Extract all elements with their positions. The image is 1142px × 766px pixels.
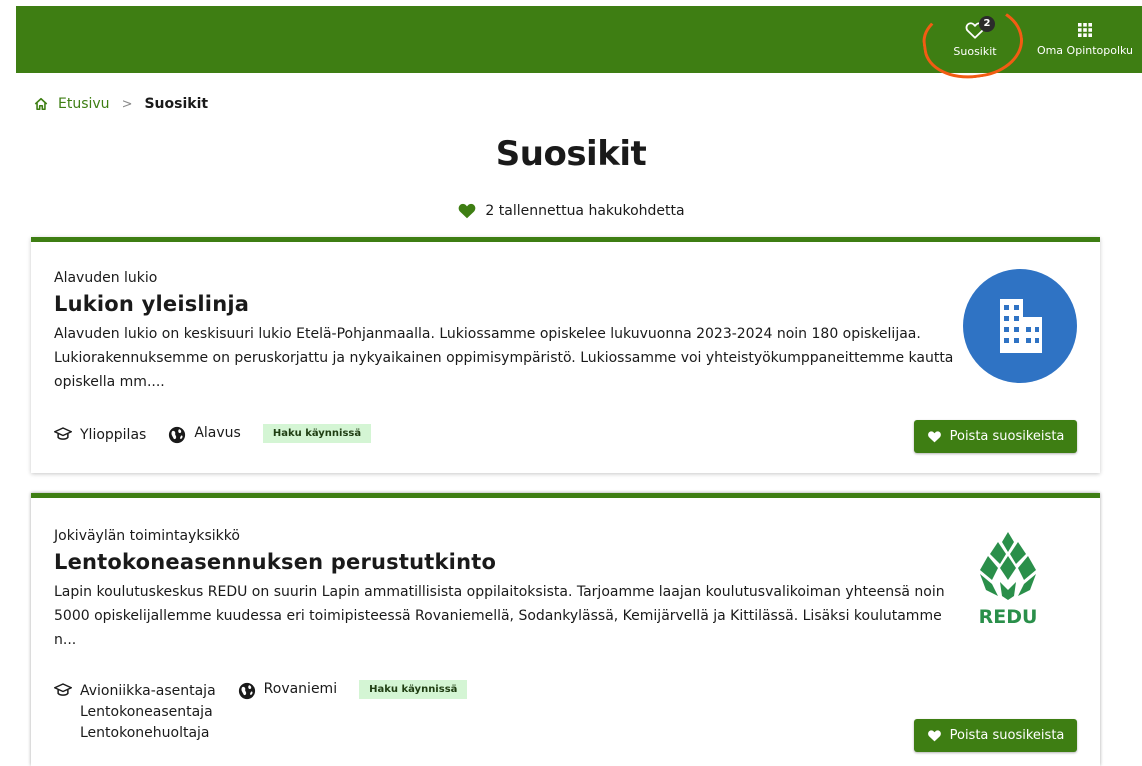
remove-favorite-label: Poista suosikeista <box>949 429 1065 444</box>
breadcrumb-current: Suosikit <box>144 96 209 112</box>
degree-info: Avioniikka-asentaja Lentokoneasentaja Le… <box>54 681 216 744</box>
location-info: Rovaniemi <box>238 681 337 700</box>
location-info: Alavus <box>168 425 241 444</box>
degree-label: Lentokonehuoltaja <box>80 725 210 741</box>
oma-opintopolku-nav-button[interactable]: Oma Opintopolku <box>1028 6 1142 73</box>
card-title[interactable]: Lukion yleislinja <box>54 292 249 316</box>
building-icon <box>963 269 1077 387</box>
location-label: Rovaniemi <box>263 681 338 697</box>
card-title[interactable]: Lentokoneasennuksen perustutkinto <box>54 550 496 574</box>
heart-filled-icon <box>927 431 941 443</box>
favorites-nav-button[interactable]: 2 Suosikit <box>937 6 1013 73</box>
oma-opintopolku-label: Oma Opintopolku <box>1036 44 1134 57</box>
globe-icon <box>238 682 255 700</box>
degree-label: Lentokoneasentaja <box>80 704 213 720</box>
breadcrumb: Etusivu > Suosikit <box>34 96 208 112</box>
status-badge: Haku käynnissä <box>262 424 372 443</box>
degree-label: Avioniikka-asentaja <box>80 683 216 699</box>
card-description: Lapin koulutuskeskus REDU on suurin Lapi… <box>54 584 945 648</box>
degree-info: Ylioppilas <box>54 425 146 446</box>
degree-label: Ylioppilas <box>80 427 147 443</box>
globe-icon <box>169 426 186 444</box>
card-organization: Alavuden lukio <box>54 270 158 286</box>
favorite-card[interactable]: Alavuden lukio Lukion yleislinja Alavude… <box>31 237 1100 473</box>
card-organization: Jokiväylän toimintayksikkö <box>54 528 240 544</box>
breadcrumb-home-link[interactable]: Etusivu <box>58 96 110 112</box>
favorite-card[interactable]: Jokiväylän toimintayksikkö Lentokoneasen… <box>31 493 1100 766</box>
home-icon[interactable] <box>34 97 48 111</box>
redu-logo-text: REDU <box>979 606 1038 628</box>
heart-filled-icon <box>459 203 476 219</box>
saved-count-text: 2 tallennettua hakukohdetta <box>485 202 685 219</box>
remove-favorite-label: Poista suosikeista <box>949 728 1065 743</box>
page-title: Suosikit <box>495 134 647 174</box>
top-navigation-bar: 2 Suosikit Oma Opintopolku <box>16 6 1142 73</box>
remove-favorite-button[interactable]: Poista suosikeista <box>914 719 1077 752</box>
redu-logo: REDU <box>968 528 1048 632</box>
heart-filled-icon <box>927 730 941 742</box>
location-label: Alavus <box>194 425 241 441</box>
status-badge: Haku käynnissä <box>359 680 468 699</box>
card-description: Alavuden lukio on keskisuuri lukio Etelä… <box>54 326 954 390</box>
remove-favorite-button[interactable]: Poista suosikeista <box>914 420 1077 453</box>
card-meta: Ylioppilas Alavus Haku käynnissä <box>54 424 372 446</box>
card-meta: Avioniikka-asentaja Lentokoneasentaja Le… <box>54 680 468 744</box>
breadcrumb-separator-icon: > <box>121 96 133 112</box>
apps-grid-icon <box>1078 23 1092 37</box>
graduation-cap-icon <box>54 683 72 696</box>
saved-count: 2 tallennettua hakukohdetta <box>0 202 1142 219</box>
favorites-count-badge: 2 <box>979 16 995 32</box>
favorites-nav-label: Suosikit <box>953 45 997 58</box>
graduation-cap-icon <box>54 427 72 440</box>
